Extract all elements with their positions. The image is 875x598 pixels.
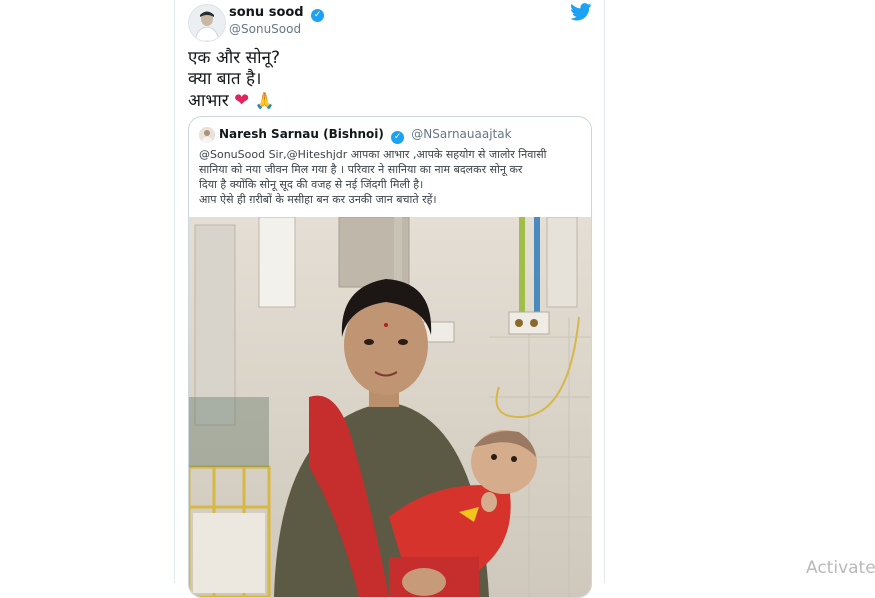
right-column-border [604,0,605,583]
folded-hands-emoji: 🙏 [254,91,275,110]
handle[interactable]: @SonuSood [229,22,301,36]
quoted-tweet-text: @SonuSood Sir,@Hiteshjdr आपका आभार ,आपके… [199,147,584,207]
quoted-handle[interactable]: @NSarnauaajtak [411,127,511,141]
tweet-text: एक और सोनू? क्या बात है। आभार ❤ 🙏 [188,48,280,112]
tweet-text-word: आभार [188,91,229,111]
verified-badge-icon: ✓ [311,9,325,22]
quoted-tweet[interactable]: Naresh Sarnau (Bishnoi) ✓ @NSarnauaajtak… [188,116,592,598]
twitter-bird-icon[interactable] [570,3,592,21]
tweet-text-line: क्या बात है। [188,69,262,89]
verified-badge-icon: ✓ [391,131,405,144]
display-name[interactable]: sonu sood ✓ [229,5,325,22]
tweet-text-line: आभार ❤ 🙏 [188,90,280,112]
quoted-text-line: दिया है क्योंकि सोनू सूद की वजह से नई जि… [199,178,424,191]
activate-windows-watermark: Activate [806,558,875,578]
heart-emoji: ❤ [234,90,250,111]
tweet-text-line: एक और सोनू? [188,48,280,68]
quoted-text-line: सानिया को नया जीवन मिल गया है । परिवार न… [199,163,523,176]
display-name-text: sonu sood [229,5,304,20]
avatar[interactable] [188,4,226,42]
tweet-photo[interactable] [189,217,591,597]
quoted-avatar[interactable] [199,127,215,143]
tweet-card: sonu sood ✓ @SonuSood एक और सोनू? क्या ब… [174,0,604,598]
quoted-display-name[interactable]: Naresh Sarnau (Bishnoi) ✓ @NSarnauaajtak [219,127,512,144]
quoted-text-line: आप ऐसे ही ग़रीबों के मसीहा बन कर उनकी जा… [199,193,437,206]
quoted-text-line: @SonuSood Sir,@Hiteshjdr आपका आभार ,आपके… [199,148,547,161]
quoted-display-name-text: Naresh Sarnau (Bishnoi) [219,127,384,141]
